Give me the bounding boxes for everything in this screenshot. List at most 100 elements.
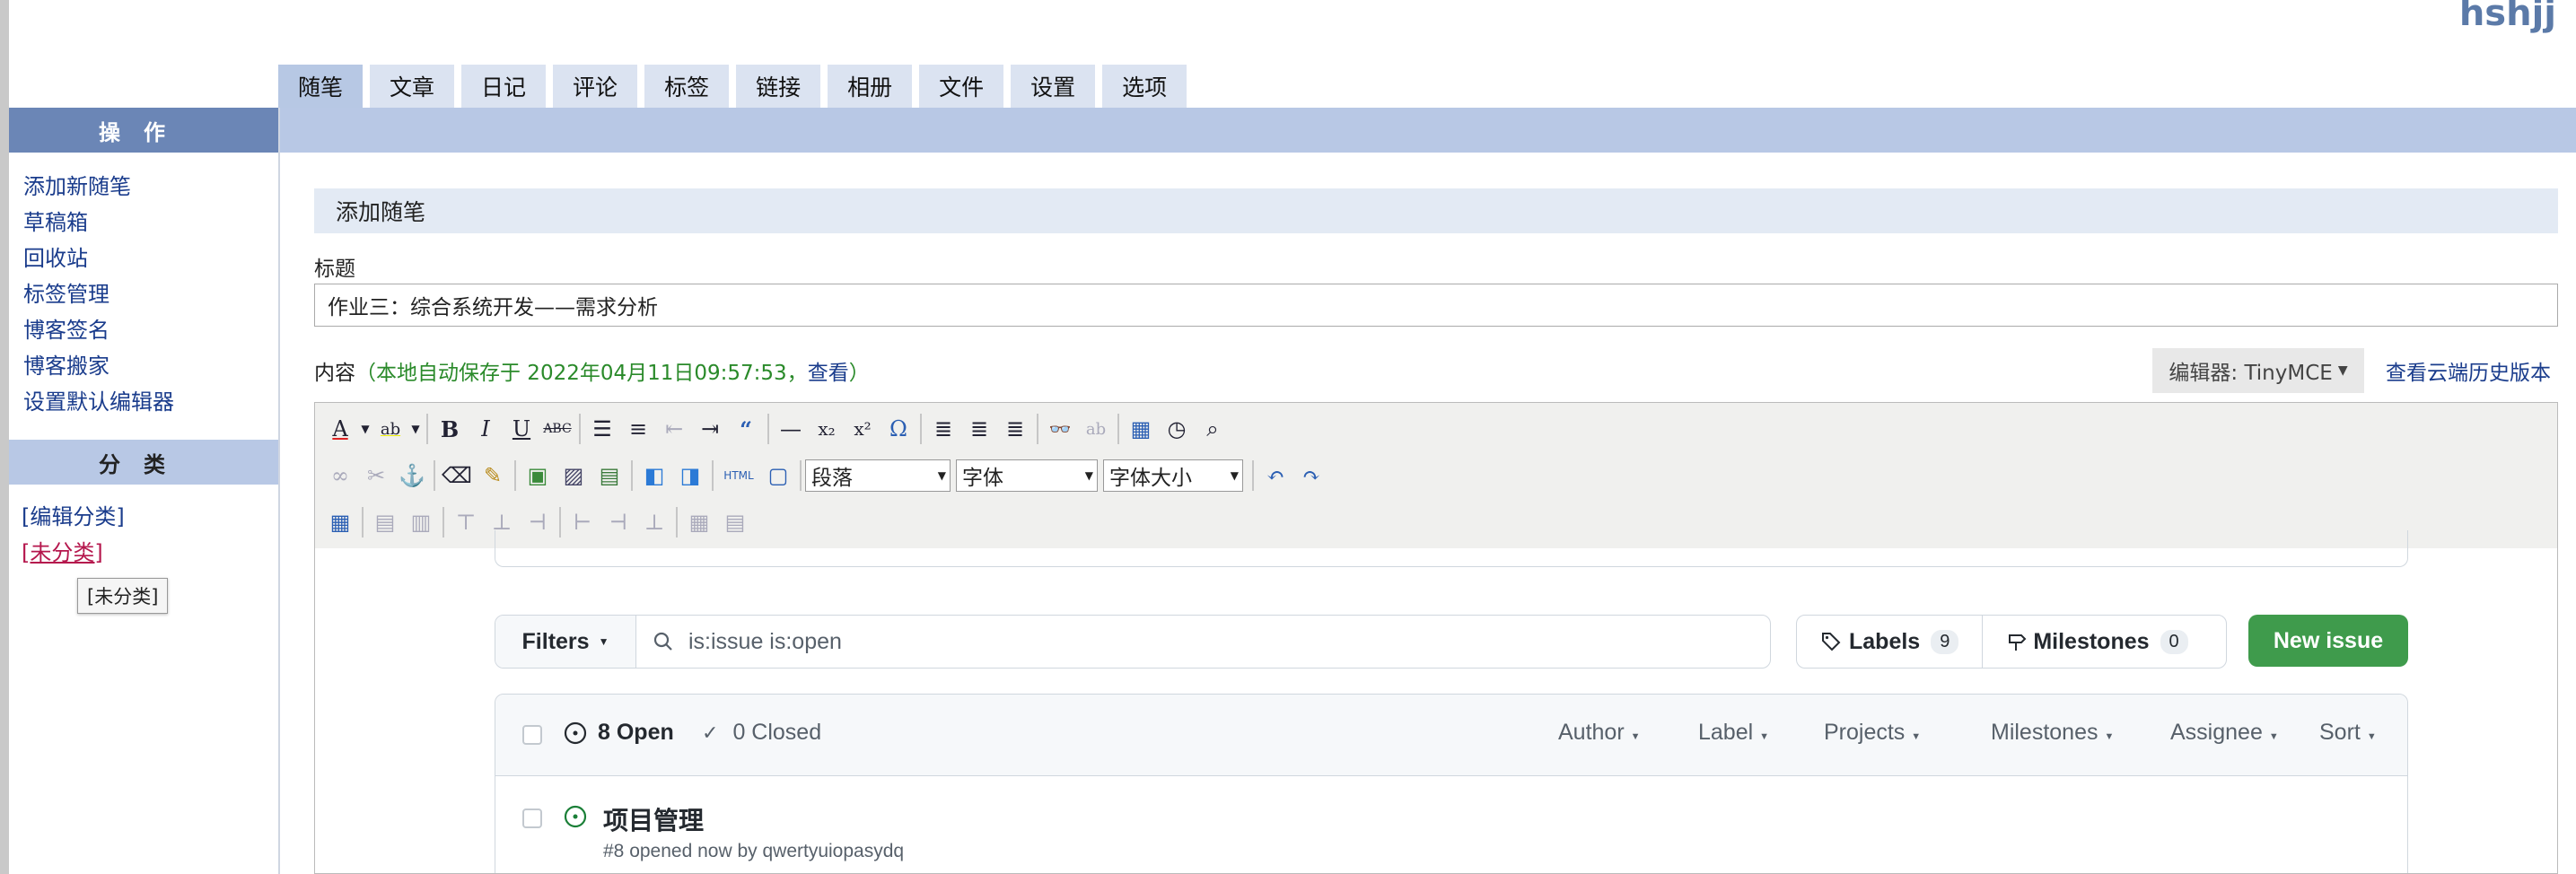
html-source-button[interactable]: HTML [717, 458, 760, 494]
open-issues-filter[interactable]: 8 Open [564, 720, 674, 746]
sidebar-item-signature[interactable]: 博客签名 [23, 312, 278, 348]
issue-filter-bar: Filters ▼ is:issue is:open [495, 615, 1771, 669]
caret-down-icon: ▼ [1630, 731, 1641, 742]
anchor-icon[interactable]: ⚓ [394, 458, 430, 494]
insert-image-icon[interactable]: ▣ [520, 458, 556, 494]
projects-filter[interactable]: Projects ▼ [1824, 720, 1921, 746]
tab-albums[interactable]: 相册 [828, 65, 913, 108]
text-color-icon[interactable]: A [322, 411, 358, 447]
tab-tags[interactable]: 标签 [644, 65, 730, 108]
insert-snippet-icon[interactable]: ◨ [672, 458, 708, 494]
align-center-icon[interactable]: ≣ [961, 411, 997, 447]
tab-links[interactable]: 链接 [736, 65, 821, 108]
caret-down-icon: ▼ [2268, 731, 2279, 742]
sidebar-item-drafts[interactable]: 草稿箱 [23, 205, 278, 240]
editor-select[interactable]: 编辑器: TinyMCE ▼ [2152, 348, 2364, 393]
cleanup-icon[interactable]: ✎ [475, 458, 511, 494]
insert-table-icon[interactable]: ▦ [322, 504, 358, 540]
tab-comments[interactable]: 评论 [553, 65, 638, 108]
closed-issues-filter[interactable]: ✓ 0 Closed [702, 720, 821, 746]
row-props-icon[interactable]: ▤ [367, 504, 403, 540]
indent-icon[interactable]: ⇥ [692, 411, 728, 447]
sidebar-item-add-post[interactable]: 添加新随笔 [23, 169, 278, 205]
fullscreen-icon[interactable]: ▢ [760, 458, 796, 494]
milestones-button[interactable]: Milestones 0 [1982, 616, 2211, 668]
filters-button[interactable]: Filters ▼ [495, 616, 636, 668]
tab-articles[interactable]: 文章 [370, 65, 455, 108]
uncategorized-link[interactable]: [未分类] [22, 535, 278, 571]
author-filter[interactable]: Author ▼ [1558, 720, 1641, 746]
caret-down-icon: ▼ [1911, 731, 1922, 742]
font-family-select[interactable]: 字体 ▼ [956, 459, 1098, 492]
link-icon[interactable]: ∞ [322, 458, 358, 494]
issues-list-header: 8 Open ✓ 0 Closed Author ▼ Label ▼ Proje… [495, 695, 2407, 776]
media-icon[interactable]: ▤ [591, 458, 627, 494]
eraser-icon[interactable]: ⌫ [439, 458, 475, 494]
new-issue-button[interactable]: New issue [2248, 615, 2408, 667]
bullet-list-icon[interactable]: ☰ [584, 411, 620, 447]
issue-title-link[interactable]: 项目管理 [603, 801, 704, 837]
italic-icon[interactable]: I [468, 411, 504, 447]
highlight-icon[interactable]: ab [372, 411, 408, 447]
cell-props-icon[interactable]: ▥ [403, 504, 439, 540]
paragraph-format-select[interactable]: 段落 ▼ [805, 459, 951, 492]
caret-down-icon: ▼ [598, 635, 609, 648]
site-title[interactable]: hshjj [2459, 0, 2556, 34]
font-family-value: 字体 [962, 467, 1003, 490]
insert-row-before-icon[interactable]: ⊤ [448, 504, 484, 540]
sidebar-item-migrate[interactable]: 博客搬家 [23, 348, 278, 384]
chevron-down-icon[interactable]: ▼ [358, 411, 372, 447]
bold-icon[interactable]: B [432, 411, 468, 447]
outdent-icon[interactable]: ⇤ [656, 411, 692, 447]
preview-icon[interactable]: ⌕ [1195, 411, 1231, 447]
superscript-icon[interactable]: x² [845, 411, 881, 447]
cloud-history-link[interactable]: 查看云端历史版本 [2386, 355, 2551, 386]
insert-code-icon[interactable]: ◧ [636, 458, 672, 494]
sort-filter[interactable]: Sort ▼ [2319, 720, 2377, 746]
underline-icon[interactable]: U [504, 411, 539, 447]
blockquote-icon[interactable]: “ [728, 411, 764, 447]
font-size-select[interactable]: 字体大小 ▼ [1103, 459, 1243, 492]
issue-row[interactable]: 项目管理 #8 opened now by qwertyuiopasydq [495, 776, 2407, 873]
image-icon[interactable]: ▨ [556, 458, 591, 494]
find-icon[interactable]: 👓 [1042, 411, 1078, 447]
editor-content-area[interactable]: Filters ▼ is:issue is:open Labels 9 Mile… [315, 530, 2557, 873]
strikethrough-icon[interactable]: ABC [539, 411, 575, 447]
numbered-list-icon[interactable]: ≡ [620, 411, 656, 447]
assignee-filter[interactable]: Assignee ▼ [2170, 720, 2279, 746]
issue-checkbox[interactable] [522, 808, 542, 828]
tab-diary[interactable]: 日记 [461, 65, 547, 108]
insert-date-icon[interactable]: ▦ [1123, 411, 1159, 447]
issue-search-input[interactable]: is:issue is:open [636, 616, 1770, 668]
horizontal-rule-icon[interactable]: — [773, 411, 809, 447]
assignee-filter-label: Assignee [2170, 720, 2263, 745]
replace-icon[interactable]: ab [1078, 411, 1114, 447]
align-left-icon[interactable]: ≣ [925, 411, 961, 447]
milestones-filter[interactable]: Milestones ▼ [1991, 720, 2114, 746]
sidebar-item-trash[interactable]: 回收站 [23, 240, 278, 276]
edit-category-link[interactable]: [编辑分类] [22, 499, 278, 535]
sidebar-item-tag-manage[interactable]: 标签管理 [23, 276, 278, 312]
redo-icon[interactable]: ↷ [1293, 458, 1329, 494]
insert-time-icon[interactable]: ◷ [1159, 411, 1195, 447]
unlink-icon[interactable]: ✂ [358, 458, 394, 494]
undo-icon[interactable]: ↶ [1257, 458, 1293, 494]
tab-settings[interactable]: 设置 [1011, 65, 1096, 108]
align-right-icon[interactable]: ≣ [997, 411, 1033, 447]
editor-select-label: 编辑器: TinyMCE [2169, 362, 2333, 385]
subscript-icon[interactable]: x₂ [809, 411, 845, 447]
chevron-down-icon[interactable]: ▼ [408, 411, 423, 447]
issue-open-icon [564, 721, 587, 744]
sidebar-item-default-editor[interactable]: 设置默认编辑器 [23, 384, 278, 420]
tab-options[interactable]: 选项 [1102, 65, 1187, 108]
select-all-checkbox[interactable] [522, 725, 542, 745]
special-char-icon[interactable]: Ω [881, 411, 916, 447]
view-autosave-link[interactable]: 查看 [808, 362, 849, 385]
milestones-count: 0 [2160, 629, 2188, 654]
label-filter[interactable]: Label ▼ [1698, 720, 1769, 746]
tab-posts[interactable]: 随笔 [278, 65, 364, 108]
title-input[interactable]: 作业三：综合系统开发——需求分析 [314, 284, 2558, 327]
labels-button[interactable]: Labels 9 [1797, 616, 1982, 668]
tab-files[interactable]: 文件 [919, 65, 1004, 108]
check-icon: ✓ [702, 721, 719, 744]
